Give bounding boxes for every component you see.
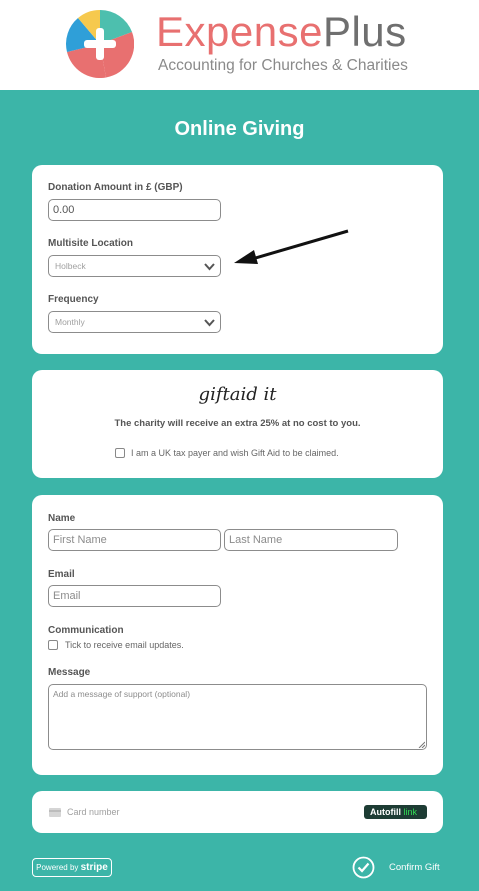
credit-card-icon bbox=[49, 808, 61, 817]
gift-aid-card: giftaid it The charity will receive an e… bbox=[32, 370, 443, 478]
resize-handle-icon[interactable] bbox=[418, 741, 425, 748]
site-header: ExpensePlus Accounting for Churches & Ch… bbox=[0, 0, 479, 90]
gift-aid-checkbox[interactable] bbox=[115, 448, 125, 458]
communication-label: Communication bbox=[48, 625, 124, 636]
email-label: Email bbox=[48, 569, 75, 580]
brand-tagline: Accounting for Churches & Charities bbox=[158, 57, 408, 74]
autofill-link-button[interactable]: Autofill link bbox=[364, 805, 427, 819]
powered-by-text: Powered by bbox=[36, 863, 79, 872]
brand-name: ExpensePlus bbox=[156, 8, 407, 56]
details-card: Name Email Communication Tick to receive… bbox=[32, 495, 443, 775]
link-text: link bbox=[403, 807, 418, 817]
email-input[interactable] bbox=[48, 585, 221, 607]
first-name-input[interactable] bbox=[48, 529, 221, 551]
page-title: Online Giving bbox=[174, 118, 305, 140]
email-updates-checkbox[interactable] bbox=[48, 640, 58, 650]
message-textarea[interactable] bbox=[48, 684, 427, 750]
confirm-gift-button[interactable]: Confirm Gift bbox=[352, 856, 452, 880]
message-label: Message bbox=[48, 667, 91, 678]
checkmark-circle-icon bbox=[352, 856, 375, 879]
donation-amount-input[interactable] bbox=[48, 199, 221, 221]
name-label: Name bbox=[48, 513, 76, 524]
last-name-input[interactable] bbox=[224, 529, 398, 551]
stripe-text: stripe bbox=[80, 862, 108, 873]
card-number-input[interactable]: Card number bbox=[67, 807, 120, 817]
multisite-location-label: Multisite Location bbox=[48, 238, 133, 249]
chevron-down-icon bbox=[204, 263, 215, 271]
multisite-location-select[interactable]: Holbeck bbox=[48, 255, 221, 277]
donation-amount-label: Donation Amount in £ (GBP) bbox=[48, 182, 183, 193]
frequency-label: Frequency bbox=[48, 294, 99, 305]
expenseplus-logo-icon bbox=[66, 10, 134, 78]
gift-aid-description: The charity will receive an extra 25% at… bbox=[114, 418, 361, 429]
brand-part-plus: Plus bbox=[322, 8, 407, 55]
powered-by-stripe-badge[interactable]: Powered by stripe bbox=[32, 858, 112, 877]
brand-part-expense: Expense bbox=[156, 8, 323, 55]
autofill-text: Autofill bbox=[370, 807, 401, 817]
gift-aid-checkbox-label: I am a UK tax payer and wish Gift Aid to… bbox=[131, 448, 339, 458]
frequency-value: Monthly bbox=[55, 317, 85, 327]
multisite-location-value: Holbeck bbox=[55, 261, 86, 271]
payment-card: Card number Autofill link bbox=[32, 791, 443, 833]
gift-aid-logo: giftaid it bbox=[198, 384, 277, 405]
frequency-select[interactable]: Monthly bbox=[48, 311, 221, 333]
annotation-arrow-icon bbox=[234, 229, 349, 264]
confirm-gift-label: Confirm Gift bbox=[389, 862, 440, 873]
chevron-down-icon bbox=[204, 319, 215, 327]
email-updates-checkbox-label: Tick to receive email updates. bbox=[65, 640, 184, 650]
